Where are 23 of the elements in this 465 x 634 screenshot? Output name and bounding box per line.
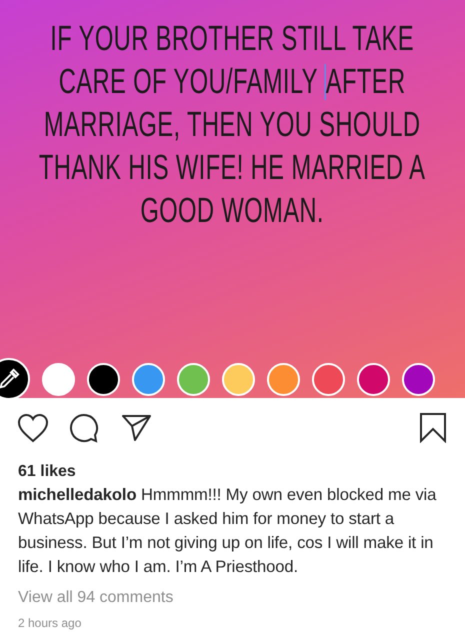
- color-swatch[interactable]: [402, 362, 435, 396]
- comment-icon[interactable]: [69, 412, 99, 442]
- color-swatch[interactable]: [312, 362, 345, 396]
- color-swatch[interactable]: [357, 362, 390, 396]
- story-text: MARRIAGE, THEN YOU SHOULD: [44, 104, 421, 146]
- likes-count[interactable]: 61 likes: [18, 461, 447, 483]
- caption: michelledakolo Hmmmm!!! My own even blocked me via WhatsApp because I asked him for money to start a business. But I’m not giving up on life, cos I will make it in life. I know who I am. I’m A Priesthood.: [18, 484, 438, 578]
- story-text: THANK HIS WIFE! HE MARRIED A: [39, 147, 426, 189]
- send-icon[interactable]: [121, 414, 152, 442]
- color-swatch[interactable]: [222, 362, 255, 396]
- color-swatch[interactable]: [132, 362, 165, 396]
- bookmark-icon[interactable]: [419, 412, 447, 443]
- color-swatch[interactable]: [177, 362, 210, 396]
- story-text: CARE OF YOU/FAMILY: [59, 61, 319, 103]
- eyedropper-icon: [0, 368, 20, 390]
- heart-icon[interactable]: [17, 412, 49, 442]
- color-swatch[interactable]: [267, 362, 300, 396]
- story-text: GOOD WOMAN.: [140, 190, 324, 232]
- timestamp: 2 hours ago: [18, 615, 82, 632]
- story-text: IF YOUR BROTHER STILL TAKE: [50, 18, 414, 60]
- color-swatch[interactable]: [42, 362, 75, 396]
- color-swatch[interactable]: [87, 362, 120, 396]
- story-text: AFTER: [326, 61, 406, 103]
